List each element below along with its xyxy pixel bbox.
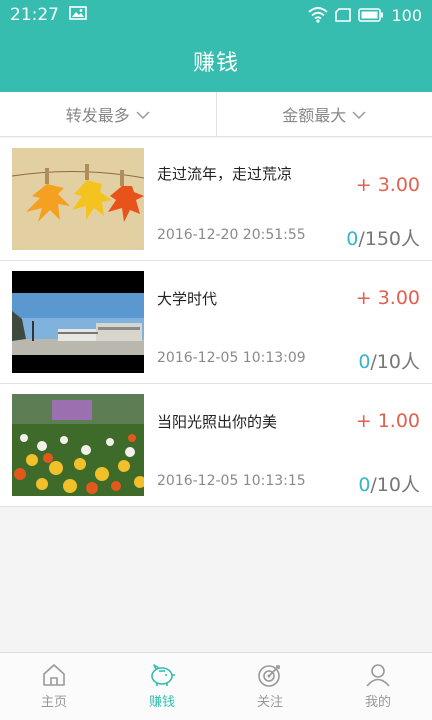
tab-earn[interactable]: 赚钱 <box>108 653 216 720</box>
list-item[interactable]: 走过流年，走过荒凉 + 3.00 2016-12-20 20:51:55 0/1… <box>0 138 432 261</box>
item-reward: + 1.00 <box>355 410 420 432</box>
campus-building-thumbnail <box>12 271 144 373</box>
chevron-down-icon <box>352 105 366 124</box>
bottom-tab-bar: 主页 赚钱 关注 我的 <box>0 652 432 720</box>
piggy-bank-icon <box>148 663 176 687</box>
tab-label: 赚钱 <box>148 695 175 710</box>
battery-icon <box>358 8 384 22</box>
app-header: 21:27 100 赚钱 <box>0 0 432 92</box>
image-icon <box>69 5 87 25</box>
tab-label: 我的 <box>364 695 391 710</box>
sort-most-shares-button[interactable]: 转发最多 <box>0 92 216 136</box>
share-count-total: /10人 <box>370 474 420 496</box>
task-list: 走过流年，走过荒凉 + 3.00 2016-12-20 20:51:55 0/1… <box>0 138 432 507</box>
page-title: 赚钱 <box>192 51 239 76</box>
wifi-icon <box>308 7 329 23</box>
item-date: 2016-12-05 10:13:09 <box>157 350 306 366</box>
user-icon <box>365 663 391 687</box>
tab-label: 主页 <box>40 695 67 710</box>
sim-icon <box>335 8 352 22</box>
item-date: 2016-12-20 20:51:55 <box>157 227 306 243</box>
sort-highest-amount-button[interactable]: 金额最大 <box>215 92 432 136</box>
share-count-total: /150人 <box>358 228 420 250</box>
share-count-current: 0 <box>346 228 359 250</box>
item-reward: + 3.00 <box>355 287 420 309</box>
list-item[interactable]: 大学时代 + 3.00 2016-12-05 10:13:09 0/10人 <box>0 261 432 384</box>
item-date: 2016-12-05 10:13:15 <box>157 473 306 489</box>
share-count-current: 0 <box>358 351 371 373</box>
share-count: 0/150人 <box>346 224 420 251</box>
battery-level: 100 <box>391 5 422 25</box>
autumn-leaves-thumbnail <box>12 148 144 250</box>
chevron-down-icon <box>136 105 150 124</box>
share-count-total: /10人 <box>370 351 420 373</box>
share-count: 0/10人 <box>358 470 420 497</box>
tab-follow[interactable]: 关注 <box>216 653 324 720</box>
tab-mine[interactable]: 我的 <box>324 653 432 720</box>
status-time: 21:27 <box>10 5 59 25</box>
item-title: 当阳光照出你的美 <box>157 413 278 431</box>
share-count: 0/10人 <box>358 347 420 374</box>
tab-label: 关注 <box>256 695 283 710</box>
flower-field-thumbnail <box>12 394 144 496</box>
sort-label: 金额最大 <box>282 106 347 125</box>
item-title: 大学时代 <box>157 290 218 308</box>
home-icon <box>41 663 67 687</box>
share-count-current: 0 <box>358 474 371 496</box>
list-item[interactable]: 当阳光照出你的美 + 1.00 2016-12-05 10:13:15 0/10… <box>0 384 432 507</box>
item-title: 走过流年，走过荒凉 <box>157 165 293 183</box>
tab-home[interactable]: 主页 <box>0 653 108 720</box>
target-icon <box>257 663 283 687</box>
item-reward: + 3.00 <box>355 174 420 196</box>
status-bar: 21:27 100 <box>0 0 432 30</box>
sort-label: 转发最多 <box>65 106 130 125</box>
sort-bar: 转发最多 金额最大 <box>0 92 432 137</box>
title-bar: 赚钱 <box>0 30 432 92</box>
